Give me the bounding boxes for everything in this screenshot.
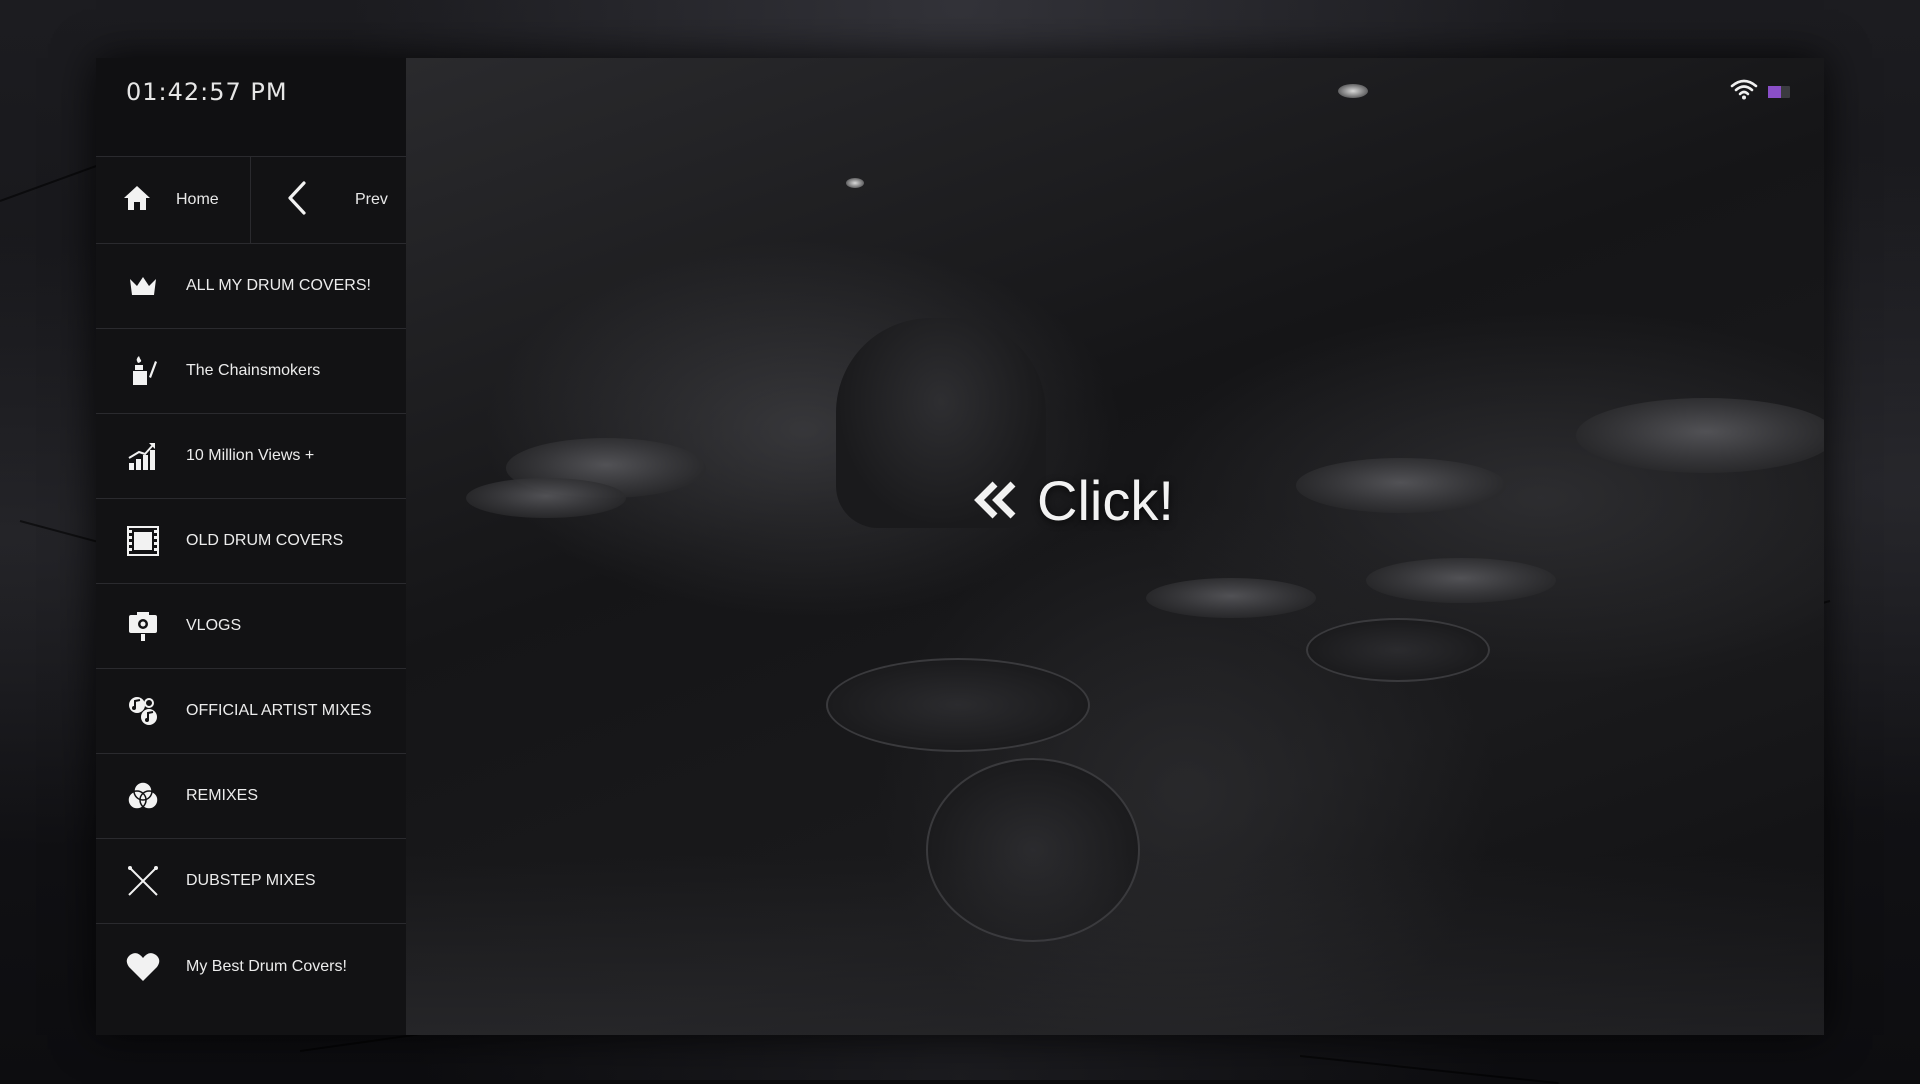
click-call-to-action[interactable]: Click! bbox=[971, 468, 1174, 533]
battery-level bbox=[1768, 85, 1782, 98]
menu-item-chainsmokers[interactable]: The Chainsmokers bbox=[96, 329, 406, 414]
menu-item-label: My Best Drum Covers! bbox=[186, 957, 347, 975]
wifi-icon bbox=[1730, 78, 1758, 105]
double-chevron-left-icon bbox=[971, 468, 1021, 533]
top-navigation: Home Prev bbox=[96, 156, 406, 244]
menu-item-label: OLD DRUM COVERS bbox=[186, 532, 344, 549]
heart-icon bbox=[126, 950, 160, 984]
film-strip-icon bbox=[126, 524, 160, 558]
drummer-stage-photo bbox=[406, 58, 1824, 1035]
lighter-icon bbox=[126, 354, 160, 388]
menu-item-official-artist-mixes[interactable]: OFFICIAL ARTIST MIXES bbox=[96, 669, 406, 754]
menu-item-label: VLOGS bbox=[186, 617, 242, 634]
venn-icon bbox=[126, 779, 160, 813]
menu-item-dubstep-mixes[interactable]: DUBSTEP MIXES bbox=[96, 839, 406, 924]
status-indicators bbox=[1730, 78, 1790, 105]
battery-icon bbox=[1768, 85, 1790, 98]
camera-icon bbox=[126, 609, 160, 643]
menu-item-best-drum-covers[interactable]: My Best Drum Covers! bbox=[96, 924, 406, 1009]
crossed-sticks-icon bbox=[126, 864, 160, 898]
growth-chart-icon bbox=[126, 439, 160, 473]
menu-item-vlogs[interactable]: VLOGS bbox=[96, 584, 406, 669]
click-label: Click! bbox=[1037, 469, 1174, 532]
menu-item-label: The Chainsmokers bbox=[186, 362, 321, 379]
chevron-left-icon bbox=[287, 180, 307, 220]
menu-item-label: DUBSTEP MIXES bbox=[186, 872, 316, 889]
home-label: Home bbox=[176, 191, 219, 208]
sidebar: Home Prev ALL MY DRUM COVERS! The Chains… bbox=[96, 156, 406, 1035]
home-icon bbox=[122, 183, 152, 218]
crown-icon bbox=[126, 269, 160, 303]
menu-item-label: 10 Million Views + bbox=[186, 447, 315, 464]
menu-item-all-drum-covers[interactable]: ALL MY DRUM COVERS! bbox=[96, 244, 406, 329]
menu-item-label: ALL MY DRUM COVERS! bbox=[186, 277, 371, 294]
menu-item-10-million-views[interactable]: 10 Million Views + bbox=[96, 414, 406, 499]
launcher-panel: 01:42:57 PM Home Prev ALL MY DRUM COVERS… bbox=[96, 58, 1824, 1035]
prev-button[interactable]: Prev bbox=[251, 157, 406, 243]
clock-time: 01:42:57 PM bbox=[126, 78, 288, 106]
menu-item-label: OFFICIAL ARTIST MIXES bbox=[186, 702, 372, 719]
menu-item-label: REMIXES bbox=[186, 787, 259, 804]
menu-item-remixes[interactable]: REMIXES bbox=[96, 754, 406, 839]
menu-item-old-drum-covers[interactable]: OLD DRUM COVERS bbox=[96, 499, 406, 584]
prev-label: Prev bbox=[355, 191, 388, 208]
home-button[interactable]: Home bbox=[96, 157, 251, 243]
music-notes-icon bbox=[126, 694, 160, 728]
